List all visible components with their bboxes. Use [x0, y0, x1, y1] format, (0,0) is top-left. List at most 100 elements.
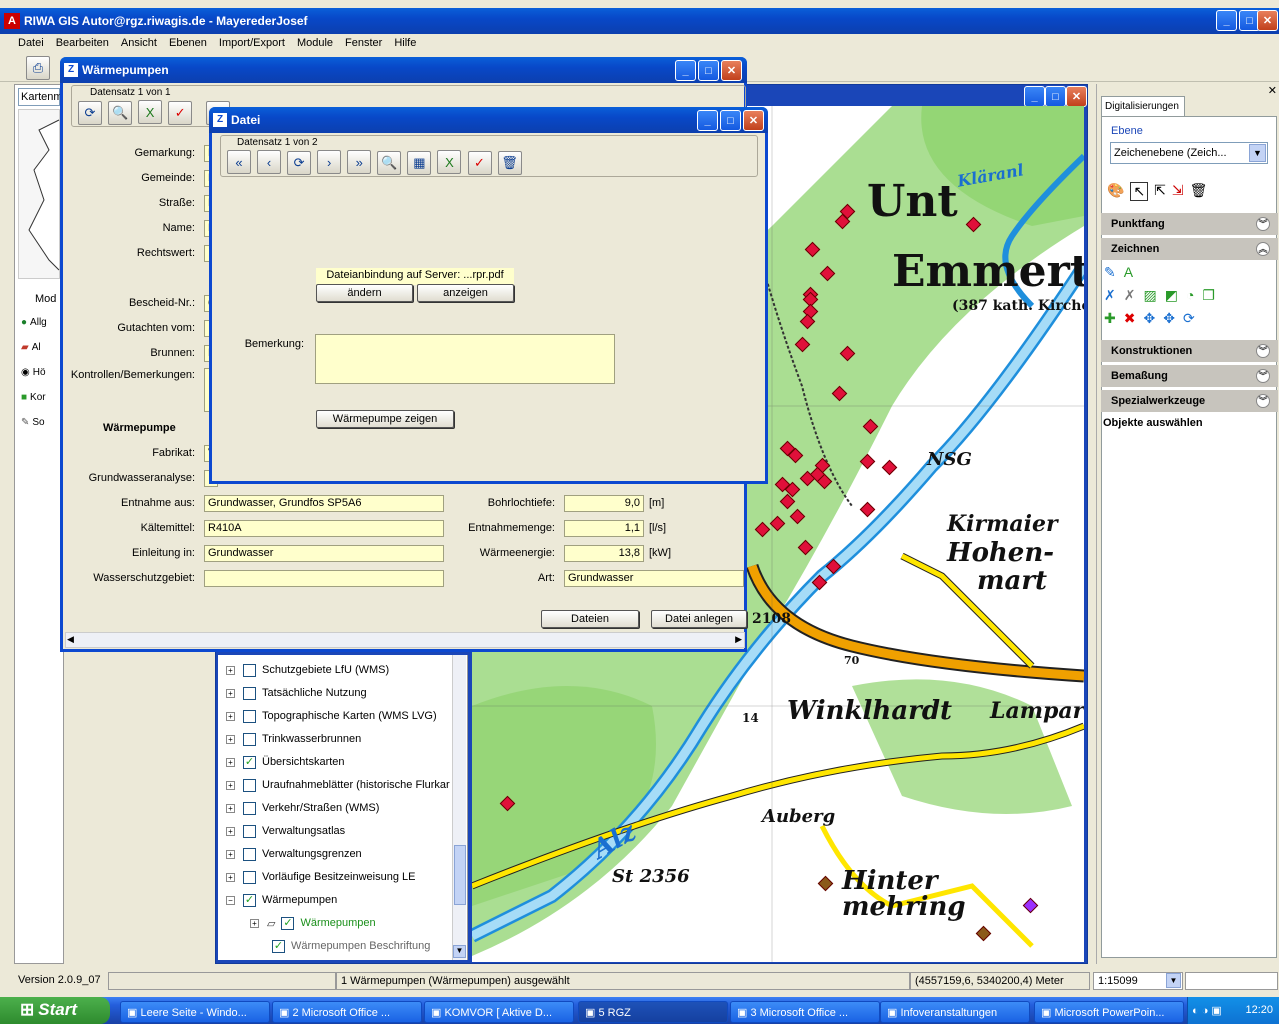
palette-icon[interactable]: 🎨 [1107, 182, 1124, 201]
datei-close-button[interactable]: ✕ [743, 110, 764, 131]
taskbar-item[interactable]: ▣ KOMVOR [ Aktive D... [424, 1001, 574, 1023]
expand-icon[interactable]: − [226, 895, 235, 905]
layer-checkbox[interactable] [243, 709, 256, 723]
edit-shape-icon[interactable]: ▨ [1143, 287, 1156, 304]
select-arrow-icon[interactable]: ↖ [1130, 182, 1149, 201]
move-icon[interactable]: ✥ [1143, 310, 1155, 327]
check-icon[interactable]: ✓ [168, 100, 193, 125]
layer-item[interactable]: + Trinkwasserbrunnen [226, 728, 361, 750]
left-item[interactable]: ▰ Al [15, 338, 63, 363]
datei-minimize-button[interactable]: _ [697, 110, 718, 131]
expand-icon[interactable]: + [226, 711, 235, 721]
map-maximize-button[interactable]: □ [1045, 86, 1066, 107]
map-minimize-button[interactable]: _ [1024, 86, 1045, 107]
prev-record-icon[interactable]: ‹ [257, 150, 282, 174]
ebene-select[interactable]: Zeichenebene (Zeich... ▼ [1110, 142, 1268, 164]
expand-icon[interactable]: + [226, 780, 235, 790]
expand-icon[interactable]: + [250, 918, 259, 928]
tab-digitalisierungen[interactable]: Digitalisierungen [1101, 96, 1185, 116]
layer-item[interactable]: + Verwaltungsgrenzen [226, 843, 362, 865]
search-icon[interactable]: 🔍 [108, 100, 133, 125]
layer-item[interactable]: + Tatsächliche Nutzung [226, 682, 367, 704]
layer-item[interactable]: + Uraufnahmeblätter (historische Flurkar [226, 774, 450, 796]
layer-item[interactable]: ✓ Wärmepumpen Beschriftung [272, 935, 430, 957]
chevron-down-icon[interactable]: ︾ [1256, 217, 1270, 231]
expand-icon[interactable]: + [226, 757, 235, 767]
layer-checkbox[interactable] [243, 870, 256, 884]
taskbar-item[interactable]: ▣ 3 Microsoft Office ... [730, 1001, 880, 1023]
move2-icon[interactable]: ✥ [1163, 310, 1175, 327]
menu-item-0[interactable]: Datei [18, 37, 44, 49]
left-item[interactable]: ✎ So [15, 413, 63, 438]
layer-checkbox[interactable]: ✓ [243, 755, 256, 769]
next-record-icon[interactable]: › [317, 150, 342, 174]
aendern-button[interactable]: ändern [316, 284, 413, 302]
section-2[interactable]: Konstruktionen ︾ [1101, 340, 1278, 362]
left-item[interactable]: ● Allg [15, 313, 63, 338]
delete-vertex-icon[interactable]: ✖ [1124, 310, 1136, 327]
wp-maximize-button[interactable]: □ [698, 60, 719, 81]
expand-icon[interactable]: + [226, 665, 235, 675]
left-item[interactable]: ■ Kor [15, 388, 63, 413]
section-0[interactable]: Punktfang ︾ [1101, 213, 1278, 235]
layer-checkbox[interactable]: ✓ [272, 939, 285, 953]
wp-close-button[interactable]: ✕ [721, 60, 742, 81]
wp-hscrollbar[interactable]: ◀ ▶ [65, 632, 745, 648]
einleitung-field[interactable]: Grundwasser [204, 545, 444, 562]
menu-item-2[interactable]: Ansicht [121, 37, 157, 49]
taskbar-item[interactable]: ▣ Leere Seite - Windo... [120, 1001, 270, 1023]
refresh-icon[interactable]: ⟳ [287, 150, 312, 175]
map-close-button[interactable]: ✕ [1066, 86, 1087, 107]
layer-scrollbar[interactable]: ▼ [452, 655, 466, 960]
entnahme-field[interactable]: Grundwasser, Grundfos SP5A6 [204, 495, 444, 512]
expand-icon[interactable]: + [226, 872, 235, 882]
anzeigen-button[interactable]: anzeigen [417, 284, 514, 302]
layer-item[interactable]: + Verkehr/Straßen (WMS) [226, 797, 379, 819]
taskbar-item[interactable]: ▣ Microsoft PowerPoin... [1034, 1001, 1184, 1023]
section-3[interactable]: Bemaßung ︾ [1101, 365, 1278, 387]
check-icon[interactable]: ✓ [467, 150, 492, 175]
left-item[interactable]: ◉ Hö [15, 363, 63, 388]
kaeltemittel-field[interactable]: R410A [204, 520, 444, 537]
expand-icon[interactable]: + [226, 849, 235, 859]
layer-checkbox[interactable] [243, 824, 256, 838]
expand-icon[interactable]: + [226, 688, 235, 698]
layer-checkbox[interactable] [243, 801, 256, 815]
edit-line-icon[interactable]: ✗ [1104, 287, 1116, 304]
scroll-down-icon[interactable]: ▼ [453, 945, 466, 958]
taskbar-item[interactable]: ▣ 5 RGZ [578, 1001, 728, 1023]
taskbar-item[interactable]: ▣ 2 Microsoft Office ... [272, 1001, 422, 1023]
select-plus-icon[interactable]: ⇱ [1154, 182, 1166, 201]
expand-icon[interactable]: + [226, 803, 235, 813]
layer-checkbox[interactable]: ✓ [243, 893, 256, 907]
wp-minimize-button[interactable]: _ [675, 60, 696, 81]
menu-item-7[interactable]: Hilfe [394, 37, 416, 49]
menu-item-1[interactable]: Bearbeiten [56, 37, 109, 49]
taskbar-item[interactable]: ▣ Infoveranstaltungen [880, 1001, 1030, 1023]
start-button[interactable]: ⊞ Start [0, 997, 110, 1024]
copy-shape-icon[interactable]: ❐ [1202, 287, 1215, 304]
layer-item[interactable]: + Topographische Karten (WMS LVG) [226, 705, 437, 727]
art-field[interactable]: Grundwasser [564, 570, 744, 587]
print-icon[interactable]: ⎙ [26, 56, 50, 80]
menu-item-4[interactable]: Import/Export [219, 37, 285, 49]
entnahmemenge-field[interactable]: 1,1 [564, 520, 644, 537]
section-4[interactable]: Spezialwerkzeuge ︾ [1101, 390, 1278, 412]
refresh-icon[interactable]: ⟳ [78, 100, 102, 125]
scale-select[interactable]: 1:15099 ▼ [1093, 972, 1183, 990]
layer-checkbox[interactable]: ✓ [281, 916, 295, 930]
bohrloch-field[interactable]: 9,0 [564, 495, 644, 512]
last-record-icon[interactable]: » [347, 150, 372, 174]
chevron-down-icon[interactable]: ︾ [1256, 394, 1270, 408]
edit-line2-icon[interactable]: ✗ [1124, 287, 1136, 304]
search-icon[interactable]: 🔍 [377, 150, 402, 175]
layer-checkbox[interactable] [243, 663, 256, 677]
scroll-right-icon[interactable]: ▶ [735, 634, 742, 645]
layer-item[interactable]: + Verwaltungsatlas [226, 820, 345, 842]
dateien-button[interactable]: Dateien [541, 610, 639, 628]
chevron-down-icon[interactable]: ▼ [1166, 973, 1181, 988]
layer-item[interactable]: + ▱ ✓ Wärmepumpen [250, 912, 376, 934]
menu-item-3[interactable]: Ebenen [169, 37, 207, 49]
wasserschutz-field[interactable] [204, 570, 444, 587]
add-vertex-icon[interactable]: ✚ [1104, 310, 1116, 327]
